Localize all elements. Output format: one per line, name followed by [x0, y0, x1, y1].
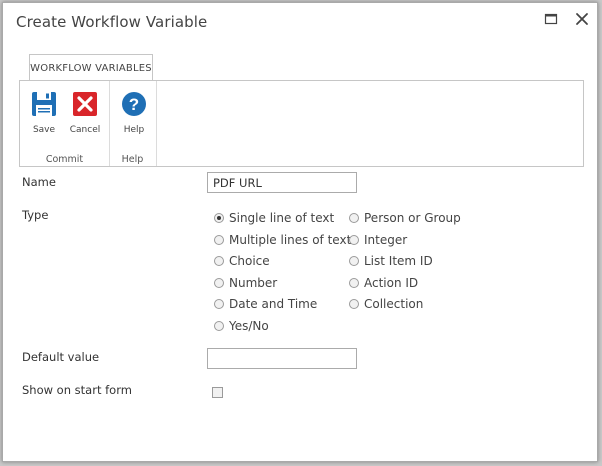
radio-label: Person or Group [364, 211, 461, 225]
ribbon-group-separator [156, 81, 157, 166]
cancel-label: Cancel [69, 125, 101, 135]
maximize-button[interactable] [543, 11, 559, 27]
floppy-disk-icon [32, 92, 56, 116]
radio-button[interactable] [214, 278, 224, 288]
type-option-number[interactable]: Number [214, 276, 277, 290]
radio-button-checked[interactable] [214, 213, 224, 223]
show-on-start-form-checkbox[interactable] [212, 387, 223, 398]
radio-label: List Item ID [364, 254, 433, 268]
radio-label: Multiple lines of text [229, 233, 352, 247]
type-option-choice[interactable]: Choice [214, 254, 270, 268]
close-button[interactable] [574, 11, 590, 27]
ribbon: Save Cancel ? Help Commit Help [19, 80, 584, 167]
radio-label: Single line of text [229, 211, 335, 225]
type-option-date-and-time[interactable]: Date and Time [214, 297, 317, 311]
dialog-title: Create Workflow Variable [16, 13, 208, 31]
tab-workflow-variables[interactable]: WORKFLOW VARIABLES [29, 54, 153, 81]
default-value-input[interactable] [207, 348, 357, 369]
type-option-action-id[interactable]: Action ID [349, 276, 418, 290]
save-button[interactable]: Save [27, 91, 61, 135]
radio-button[interactable] [214, 299, 224, 309]
maximize-icon [544, 13, 558, 25]
question-mark-icon: ? [122, 92, 146, 116]
ribbon-group-label-commit: Commit [45, 154, 84, 165]
radio-button[interactable] [214, 256, 224, 266]
ribbon-group-label-help: Help [121, 154, 144, 165]
radio-label: Number [229, 276, 278, 290]
radio-label: Integer [364, 233, 408, 247]
radio-button[interactable] [349, 213, 359, 223]
svg-text:?: ? [129, 95, 139, 114]
radio-label: Collection [364, 297, 424, 311]
show-on-start-form-label: Show on start form [22, 383, 132, 397]
name-input[interactable] [207, 172, 357, 193]
type-option-single-line-of-text[interactable]: Single line of text [214, 211, 334, 225]
radio-label: Choice [229, 254, 270, 268]
radio-label: Date and Time [229, 297, 318, 311]
type-option-person-or-group[interactable]: Person or Group [349, 211, 461, 225]
radio-button[interactable] [349, 235, 359, 245]
radio-button[interactable] [214, 235, 224, 245]
close-icon [576, 13, 588, 25]
name-label: Name [22, 175, 56, 189]
cancel-button[interactable]: Cancel [68, 91, 102, 135]
radio-button[interactable] [349, 278, 359, 288]
radio-label: Yes/No [229, 319, 269, 333]
type-option-multiple-lines-of-text[interactable]: Multiple lines of text [214, 233, 351, 247]
help-label: Help [123, 125, 145, 135]
type-label: Type [22, 208, 49, 222]
radio-button[interactable] [349, 299, 359, 309]
type-option-integer[interactable]: Integer [349, 233, 407, 247]
type-option-list-item-id[interactable]: List Item ID [349, 254, 433, 268]
radio-button[interactable] [214, 321, 224, 331]
radio-label: Action ID [364, 276, 419, 290]
radio-button[interactable] [349, 256, 359, 266]
red-x-icon [73, 92, 97, 116]
type-option-yes-no[interactable]: Yes/No [214, 319, 269, 333]
help-button[interactable]: ? Help [117, 91, 151, 135]
default-value-label: Default value [22, 350, 100, 364]
create-workflow-variable-dialog: Create Workflow Variable WORKFLOW VARIAB… [2, 2, 598, 462]
save-label: Save [32, 125, 56, 135]
type-option-collection[interactable]: Collection [349, 297, 423, 311]
